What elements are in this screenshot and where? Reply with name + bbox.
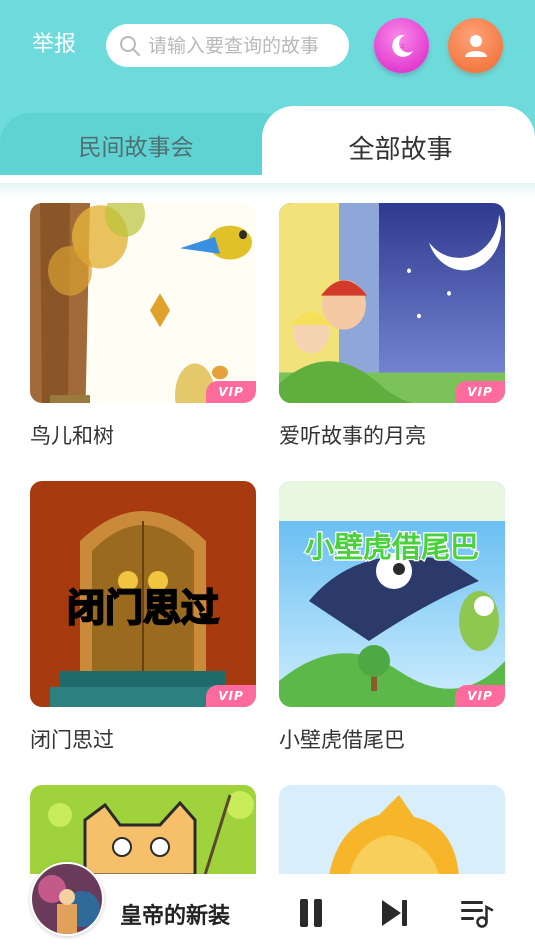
story-cover-image: VIP [30, 203, 256, 403]
playlist-button[interactable] [460, 896, 494, 930]
story-title: 小壁虎借尾巴 [279, 728, 405, 752]
story-cover-image: VIP [279, 203, 505, 403]
story-card[interactable]: VIP 鸟儿和树 [30, 203, 256, 451]
mini-player[interactable]: 皇帝的新装 [0, 862, 535, 951]
story-card[interactable] [279, 785, 505, 875]
playlist-icon [461, 901, 494, 928]
search-input[interactable] [148, 34, 348, 57]
story-title: 鸟儿和树 [30, 424, 114, 448]
now-playing-title: 皇帝的新装 [120, 904, 231, 929]
tab-all-stories[interactable]: 全部故事 [268, 112, 533, 182]
vip-badge: VIP [206, 685, 256, 707]
report-button[interactable]: 举报 [32, 30, 76, 60]
story-card[interactable]: 小壁虎借尾巴 VIP 小壁虎借尾巴 [279, 481, 505, 755]
search-icon [120, 35, 140, 56]
search-bar[interactable] [106, 24, 349, 67]
cover-title-text: 小壁虎借尾巴 [305, 530, 479, 564]
skip-next-icon [382, 900, 407, 926]
story-title: 闭门思过 [30, 728, 114, 752]
svg-text:z: z [401, 42, 405, 50]
cover-title-text: 闭门思过 [67, 586, 219, 630]
moon-icon: z [391, 34, 413, 57]
story-cover-image: 小壁虎借尾巴 VIP [279, 481, 505, 707]
tab-folk-stories[interactable]: 民间故事会 [0, 113, 272, 177]
night-mode-button[interactable]: z [374, 18, 429, 73]
vip-badge: VIP [455, 381, 505, 403]
profile-button[interactable] [448, 18, 503, 73]
pause-icon [300, 899, 322, 927]
vip-badge: VIP [206, 381, 256, 403]
story-title: 爱听故事的月亮 [279, 424, 426, 448]
header-shadow [0, 183, 535, 197]
next-track-button[interactable] [377, 896, 411, 930]
pause-button[interactable] [294, 896, 328, 930]
story-cover-image: 闭门思过 VIP [30, 481, 256, 707]
user-icon [464, 34, 487, 57]
story-cover-image [279, 785, 505, 875]
now-playing-cover[interactable] [30, 862, 104, 936]
vip-badge: VIP [455, 685, 505, 707]
story-card[interactable]: 闭门思过 VIP 闭门思过 [30, 481, 256, 755]
story-card[interactable]: VIP 爱听故事的月亮 [279, 203, 505, 451]
